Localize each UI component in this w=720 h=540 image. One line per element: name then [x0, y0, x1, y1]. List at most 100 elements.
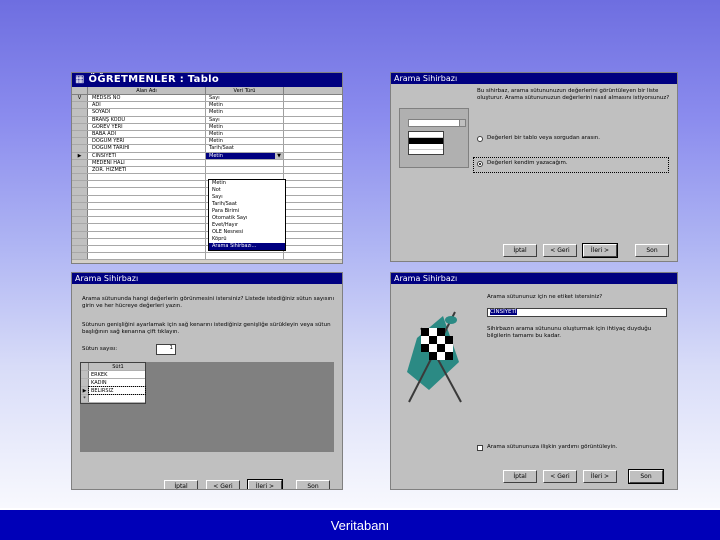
- field-name-cell[interactable]: [88, 210, 206, 217]
- data-type-cell[interactable]: [206, 253, 284, 260]
- description-cell[interactable]: [284, 95, 342, 101]
- row-selector[interactable]: [72, 210, 88, 217]
- data-type-cell[interactable]: Metin: [206, 123, 284, 130]
- data-type-cell[interactable]: Metin: [206, 102, 284, 109]
- description-cell[interactable]: [284, 203, 342, 209]
- values-grid-row[interactable]: *: [81, 395, 145, 403]
- table-row[interactable]: DOĞUM TARİHİ Tarih/Saat: [72, 145, 342, 153]
- row-selector[interactable]: [72, 174, 88, 181]
- values-grid-cell[interactable]: BELIRSIZ: [88, 386, 146, 395]
- description-cell[interactable]: [284, 217, 342, 223]
- description-cell[interactable]: [284, 232, 342, 238]
- field-name-cell[interactable]: [88, 253, 206, 260]
- data-type-option[interactable]: Not: [209, 187, 285, 194]
- data-type-cell[interactable]: [206, 166, 284, 174]
- description-cell[interactable]: [284, 138, 342, 144]
- data-type-cell[interactable]: Metin: [206, 138, 284, 145]
- row-selector[interactable]: [72, 181, 88, 188]
- row-selector[interactable]: [72, 202, 88, 209]
- field-name-cell[interactable]: [88, 217, 206, 224]
- field-name-cell[interactable]: [88, 174, 206, 181]
- field-name-cell[interactable]: GOREV YERI: [88, 123, 206, 130]
- row-selector[interactable]: [72, 245, 88, 253]
- data-type-option[interactable]: Otomatik Sayı: [209, 215, 285, 222]
- values-row-selector[interactable]: ▶: [81, 387, 89, 394]
- field-name-cell[interactable]: [88, 231, 206, 238]
- description-cell[interactable]: [284, 188, 342, 194]
- option-type-values-radio[interactable]: [477, 161, 483, 167]
- data-type-option[interactable]: Metin: [209, 180, 285, 187]
- description-cell[interactable]: [284, 131, 342, 137]
- values-grid-cell[interactable]: KADIN: [89, 379, 145, 386]
- field-name-cell[interactable]: SOYADI: [88, 109, 206, 116]
- field-name-cell[interactable]: [88, 238, 206, 245]
- data-type-cell[interactable]: Tarih/Saat: [206, 145, 284, 152]
- description-cell[interactable]: [284, 145, 342, 151]
- field-name-cell[interactable]: BRANŞ KODU: [88, 116, 206, 123]
- data-type-option[interactable]: Tarih/Saat: [209, 201, 285, 208]
- back-button[interactable]: < Geri: [206, 480, 240, 489]
- row-selector[interactable]: [72, 145, 88, 152]
- data-type-cell[interactable]: Metin: [206, 130, 284, 138]
- field-name-cell[interactable]: MEDENİ HALİ: [88, 159, 206, 166]
- description-cell[interactable]: [284, 117, 342, 123]
- values-grid[interactable]: Süt1 ERKEK KADIN ▶ BELIRSIZ *: [80, 362, 146, 404]
- data-type-cell[interactable]: [206, 159, 284, 166]
- data-type-cell[interactable]: Sayı: [206, 116, 284, 123]
- row-selector[interactable]: [72, 238, 88, 245]
- description-cell[interactable]: [284, 167, 342, 173]
- field-name-cell[interactable]: [88, 195, 206, 202]
- data-type-cell[interactable]: Sayı: [206, 95, 284, 102]
- field-name-cell[interactable]: DOĞUM YERI: [88, 138, 206, 145]
- row-selector[interactable]: [72, 253, 88, 260]
- option-table-radio[interactable]: [477, 136, 483, 142]
- data-type-option[interactable]: Para Birimi: [209, 208, 285, 215]
- values-grid-row[interactable]: KADIN: [81, 379, 145, 387]
- row-selector[interactable]: [72, 159, 88, 166]
- description-cell[interactable]: [284, 153, 342, 159]
- row-selector[interactable]: [72, 109, 88, 116]
- data-type-dropdown-list[interactable]: Metin Not Sayı Tarih/Saat Para Birimi Otomati…: [208, 179, 286, 251]
- row-selector[interactable]: [72, 116, 88, 123]
- description-cell[interactable]: [284, 196, 342, 202]
- values-row-selector[interactable]: [81, 379, 89, 386]
- table-row[interactable]: [72, 253, 342, 261]
- table-row[interactable]: V MEDSIS NO Sayı: [72, 95, 342, 103]
- chevron-down-icon[interactable]: ▼: [275, 152, 283, 159]
- row-selector[interactable]: [72, 130, 88, 138]
- table-row[interactable]: GOREV YERI Metin: [72, 123, 342, 131]
- description-cell[interactable]: [284, 239, 342, 245]
- description-cell[interactable]: [284, 210, 342, 216]
- values-grid-row[interactable]: ▶ BELIRSIZ: [81, 386, 146, 395]
- description-cell[interactable]: [284, 124, 342, 130]
- table-row[interactable]: SOYADI Metin: [72, 109, 342, 117]
- row-selector[interactable]: [72, 138, 88, 145]
- table-row[interactable]: ▶ CİNSİYETİ Metin ▼: [72, 152, 342, 160]
- row-selector[interactable]: ▶: [72, 152, 88, 159]
- next-button[interactable]: İleri >: [583, 470, 617, 483]
- description-cell[interactable]: [284, 246, 342, 252]
- row-selector[interactable]: [72, 224, 88, 231]
- row-selector[interactable]: [72, 166, 88, 174]
- finish-button[interactable]: Son: [635, 244, 669, 257]
- help-checkbox[interactable]: [477, 445, 483, 451]
- label-input[interactable]: CİNSİYETİ: [487, 308, 667, 317]
- description-cell[interactable]: [284, 181, 342, 187]
- table-row[interactable]: BABA ADI Metin: [72, 130, 342, 139]
- cancel-button[interactable]: İptal: [164, 480, 198, 489]
- description-cell[interactable]: [284, 224, 342, 230]
- field-name-cell[interactable]: [88, 188, 206, 195]
- values-grid-row[interactable]: ERKEK: [81, 371, 145, 379]
- description-cell[interactable]: [284, 160, 342, 166]
- table-row[interactable]: ZOR. HİZMETİ: [72, 166, 342, 175]
- back-button[interactable]: < Geri: [543, 470, 577, 483]
- field-name-cell[interactable]: [88, 181, 206, 188]
- table-row[interactable]: ADI Metin: [72, 102, 342, 110]
- table-row[interactable]: DOĞUM YERI Metin: [72, 138, 342, 146]
- description-cell[interactable]: [284, 109, 342, 115]
- next-button[interactable]: İleri >: [582, 243, 618, 258]
- field-name-cell[interactable]: DOĞUM TARİHİ: [88, 145, 206, 152]
- description-cell[interactable]: [284, 102, 342, 108]
- next-button[interactable]: İleri >: [247, 479, 283, 489]
- cancel-button[interactable]: İptal: [503, 470, 537, 483]
